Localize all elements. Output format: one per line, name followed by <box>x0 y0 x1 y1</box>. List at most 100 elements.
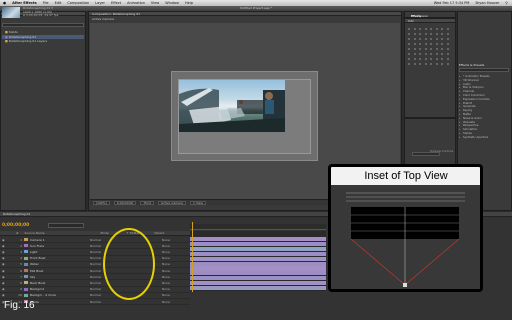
layer-parent-select[interactable]: None <box>162 262 186 266</box>
menu-layer[interactable]: Layer <box>95 1 105 5</box>
layer-parent-select[interactable]: None <box>162 238 186 242</box>
layer-color-label[interactable] <box>24 262 28 266</box>
layer-color-label[interactable] <box>24 293 28 297</box>
layer-parent-select[interactable]: None <box>162 281 186 285</box>
spotlight-icon[interactable]: ⚲ <box>505 1 508 5</box>
layer-track-bar[interactable] <box>190 266 326 271</box>
layer-parent-select[interactable]: None <box>162 287 186 291</box>
menu-window[interactable]: Window <box>165 1 179 5</box>
layer-name[interactable]: Water <box>30 262 90 266</box>
track-area[interactable] <box>190 231 326 291</box>
layer-name[interactable]: Guide <box>30 300 90 304</box>
visibility-eye-icon[interactable]: ◉ <box>2 238 5 242</box>
info-grid-dot <box>413 38 416 40</box>
layer-name[interactable]: Backgrn - 4 more <box>30 293 90 297</box>
layer-color-label[interactable] <box>24 269 28 273</box>
menu-file[interactable]: File <box>43 1 49 5</box>
layer-color-label[interactable] <box>24 287 28 291</box>
info-grid-dot <box>408 28 410 30</box>
menubar-clock[interactable]: Wed Feb 17 5:34 PM <box>434 1 470 5</box>
apple-icon[interactable]: ● <box>3 1 6 5</box>
layer-name[interactable]: Back Boat <box>30 281 90 285</box>
menu-view[interactable]: View <box>151 1 159 5</box>
layer-parent-select[interactable]: None <box>162 256 186 260</box>
timeline-tab[interactable]: Rotationsphing 01 <box>3 212 30 217</box>
layer-color-label[interactable] <box>24 256 28 260</box>
layer-name[interactable]: Camera 1 <box>30 238 90 242</box>
layer-track-bar[interactable] <box>190 276 326 281</box>
visibility-eye-icon[interactable]: ◉ <box>2 256 5 260</box>
visibility-eye-icon[interactable]: ◉ <box>2 244 5 248</box>
layer-color-label[interactable] <box>24 275 28 279</box>
layer-track-bar[interactable] <box>190 256 326 261</box>
timeline-timecode[interactable]: 0;00;00;00 <box>2 223 32 229</box>
info-grid-dot <box>446 63 449 65</box>
current-time-display[interactable]: 0;00;00;00 <box>113 200 137 205</box>
visibility-eye-icon[interactable]: ◉ <box>2 262 5 266</box>
layer-name[interactable]: Mid Boat <box>30 269 90 273</box>
resolution-select[interactable]: Third <box>140 200 154 205</box>
layer-parent-select[interactable]: None <box>162 293 186 297</box>
layer-name[interactable]: Backgrnd <box>30 287 90 291</box>
info-grid-dot <box>430 28 432 30</box>
timeline-search-input[interactable] <box>48 223 84 228</box>
camera-view-select[interactable]: Active Camera <box>157 200 186 205</box>
layer-mode-select[interactable]: Normal <box>90 300 114 304</box>
effects-tab[interactable]: Effects & Presets <box>459 63 484 67</box>
comp-scene-image[interactable] <box>179 80 285 132</box>
project-item[interactable]: ■ Solids <box>2 30 84 34</box>
layer-track-bar[interactable] <box>190 246 326 251</box>
layer-color-label[interactable] <box>24 281 28 285</box>
info-grid-dot <box>408 38 410 40</box>
time-ruler[interactable] <box>190 224 326 230</box>
layer-track-bar[interactable] <box>190 261 326 266</box>
layer-parent-select[interactable]: None <box>162 269 186 273</box>
visibility-eye-icon[interactable]: ◉ <box>2 293 5 297</box>
layer-name[interactable]: Front Boat <box>30 256 90 260</box>
project-item[interactable]: ■ Rotationsphing 01 Layers <box>2 39 84 43</box>
menu-composition[interactable]: Composition <box>67 1 89 5</box>
layer-track-bar[interactable] <box>190 237 326 242</box>
layer-mode-select[interactable]: Normal <box>90 293 114 297</box>
menu-edit[interactable]: Edit <box>55 1 62 5</box>
layer-parent-select[interactable]: None <box>162 244 186 248</box>
app-menu[interactable]: After Effects <box>12 1 37 5</box>
layer-color-label[interactable] <box>24 238 28 242</box>
info-grid-dot <box>446 58 449 60</box>
visibility-eye-icon[interactable]: ◉ <box>2 269 5 273</box>
preview-buttons[interactable] <box>412 152 440 156</box>
layer-track-bar[interactable] <box>190 281 326 286</box>
visibility-eye-icon[interactable]: ◉ <box>2 275 5 279</box>
layer-name[interactable]: Sun Flare <box>30 244 90 248</box>
visibility-eye-icon[interactable]: ◉ <box>2 250 5 254</box>
layer-color-label[interactable] <box>24 250 28 254</box>
col-number: # <box>16 231 19 235</box>
layer-parent-select[interactable]: None <box>162 250 186 254</box>
layer-parent-select[interactable]: None <box>162 275 186 279</box>
layer-name[interactable]: Light <box>30 250 90 254</box>
info-tab[interactable]: Info <box>405 19 455 23</box>
project-item[interactable]: ▤ Rotationsphing 01 <box>2 34 84 39</box>
menu-effect[interactable]: Effect <box>111 1 121 5</box>
info-grid-dot <box>446 28 449 30</box>
layer-name[interactable]: Sky <box>30 275 90 279</box>
visibility-eye-icon[interactable]: ◉ <box>2 287 5 291</box>
effects-category-item[interactable]: Synthetic Aperture <box>459 135 509 140</box>
menubar-user[interactable]: Bryan Hoover <box>475 1 499 5</box>
layer-track-bar[interactable] <box>190 251 326 256</box>
view-layout-select[interactable]: 1 View <box>190 200 206 205</box>
layer-track-bar[interactable] <box>190 241 326 247</box>
layer-track-bar[interactable] <box>190 271 326 276</box>
info-grid-dot <box>435 33 438 35</box>
menu-help[interactable]: Help <box>185 1 193 5</box>
composition-tab[interactable]: Composition: Rotationsphing 01 <box>89 12 401 16</box>
layer-color-label[interactable] <box>24 244 28 248</box>
visibility-eye-icon[interactable]: ◉ <box>2 281 5 285</box>
layer-track-bar[interactable] <box>190 286 326 291</box>
project-search-input[interactable] <box>2 23 84 27</box>
playhead[interactable] <box>192 222 193 292</box>
effects-search-input[interactable] <box>459 68 509 72</box>
menu-animation[interactable]: Animation <box>127 1 145 5</box>
layer-parent-select[interactable]: None <box>162 300 186 304</box>
magnification-select[interactable]: (100%) <box>93 200 110 205</box>
